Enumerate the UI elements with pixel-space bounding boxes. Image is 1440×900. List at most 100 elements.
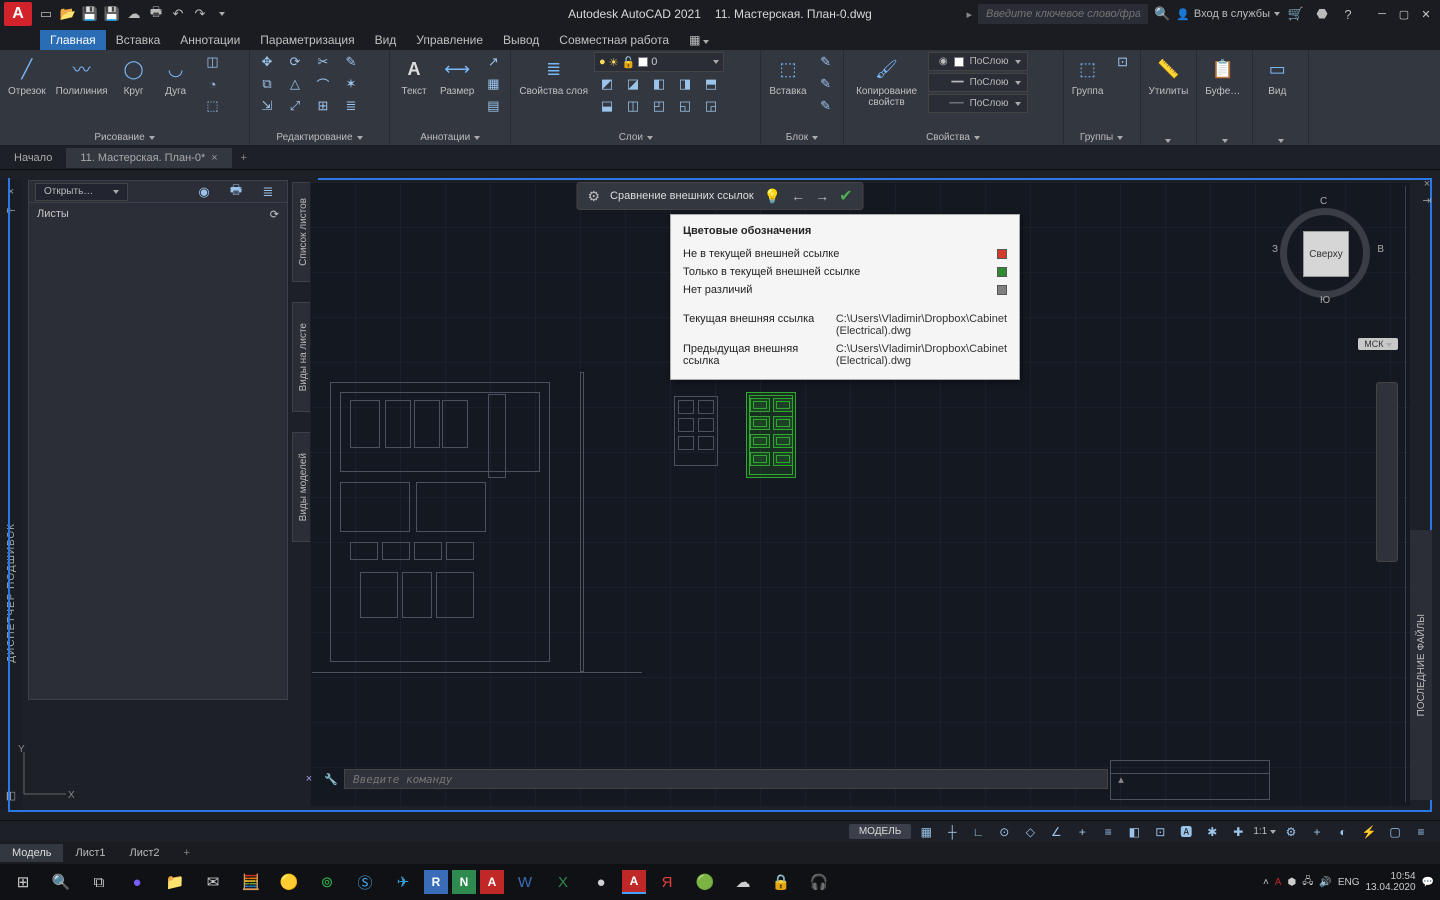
file-explorer-icon[interactable]: 📁 [158, 867, 192, 897]
line-button[interactable]: ╱Отрезок [4, 52, 50, 99]
close-tab-icon[interactable]: × [211, 152, 217, 164]
viewcube[interactable]: Сверху С Ю В З [1270, 198, 1380, 318]
offset-icon[interactable]: ≣ [338, 96, 364, 116]
ribbon-tab-output[interactable]: Вывод [493, 30, 549, 50]
selection-cycling-icon[interactable]: ⊡ [1149, 823, 1171, 841]
layer-tool-10-icon[interactable]: ◲ [698, 96, 724, 116]
insert-block-button[interactable]: ⬚Вставка [765, 52, 810, 99]
headset-icon[interactable]: 🎧 [802, 867, 836, 897]
network-tray-icon[interactable]: 🖧 [1302, 874, 1313, 891]
qat-redo-icon[interactable]: ↷ [190, 4, 210, 24]
navigation-bar[interactable] [1376, 382, 1398, 562]
utilities-button[interactable]: 📏Утилиты [1145, 52, 1193, 99]
viewcube-top-face[interactable]: Сверху [1303, 231, 1349, 277]
annotation-monitor-icon[interactable]: + [1306, 823, 1328, 841]
wcs-dropdown[interactable]: МСК [1358, 338, 1398, 350]
qat-new-icon[interactable]: ▭ [36, 4, 56, 24]
clipboard-button[interactable]: 📋Буфе… [1201, 52, 1244, 99]
customize-status-icon[interactable]: ≡ [1410, 823, 1432, 841]
circle-button[interactable]: ◯Круг [114, 52, 154, 99]
app-logo-icon[interactable]: A [4, 2, 32, 26]
ribbon-tab-collaborate[interactable]: Совместная работа [549, 30, 679, 50]
grid-icon[interactable]: ▦ [915, 823, 937, 841]
draw-small-1[interactable]: ◫ [200, 52, 226, 72]
ortho-icon[interactable]: ∟ [967, 823, 989, 841]
layer-tool-4-icon[interactable]: ◨ [672, 74, 698, 94]
dropbox-tray-icon[interactable]: ⬢ [1287, 877, 1296, 888]
ssm-sheets-header[interactable]: Листы ⟳ [29, 203, 287, 225]
onedrive-icon[interactable]: ☁ [726, 867, 760, 897]
taskbar-app-x-icon[interactable]: ● [584, 867, 618, 897]
ssm-tool-1-icon[interactable]: ◉ [191, 182, 217, 202]
match-properties-button[interactable]: 🖌Копирование свойств [848, 52, 926, 110]
qat-undo-icon[interactable]: ↶ [168, 4, 188, 24]
palette-pin-icon[interactable]: ⇤ [6, 204, 15, 217]
yandex-icon[interactable]: Я [650, 867, 684, 897]
qat-dropdown-icon[interactable] [212, 4, 232, 24]
refresh-icon[interactable]: ⟳ [270, 208, 279, 221]
copy-icon[interactable]: ⧉ [254, 74, 280, 94]
layout-tab-1[interactable]: Лист1 [63, 844, 117, 862]
start-button-icon[interactable]: ⊞ [6, 867, 40, 897]
explode-icon[interactable]: ✶ [338, 74, 364, 94]
move-icon[interactable]: ✥ [254, 52, 280, 72]
exchange-apps-icon[interactable]: 🛒 [1286, 4, 1306, 24]
layer-tool-3-icon[interactable]: ◧ [646, 74, 672, 94]
ribbon-tab-extra-icon[interactable]: ▦ [679, 30, 719, 50]
window-maximize-button[interactable]: ▢ [1394, 5, 1414, 23]
recent-files-panel[interactable]: ПОСЛЕДНИЕ ФАЙЛЫ [1410, 530, 1432, 800]
panel-label-block[interactable]: Блок [765, 130, 838, 145]
polar-icon[interactable]: ⊙ [993, 823, 1015, 841]
prev-diff-icon[interactable]: ← [791, 188, 805, 204]
mail-icon[interactable]: ✉ [196, 867, 230, 897]
qat-web-icon[interactable]: ☁ [124, 4, 144, 24]
block-small-3-icon[interactable]: ✎ [813, 96, 839, 116]
panel-label-annotation[interactable]: Аннотации [394, 130, 506, 145]
ssm-open-dropdown[interactable]: Открыть… [35, 183, 128, 201]
bulb-icon[interactable]: 💡 [764, 188, 781, 205]
layer-tool-5-icon[interactable]: ⬒ [698, 74, 724, 94]
dimension-button[interactable]: ⟷Размер [436, 52, 478, 99]
table-icon[interactable]: ▦ [480, 74, 506, 94]
panel-label-groups[interactable]: Группы [1068, 130, 1136, 145]
window-close-button[interactable]: ✕ [1416, 5, 1436, 23]
autocad-2021-icon[interactable]: A [622, 870, 646, 894]
mirror-icon[interactable]: △ [282, 74, 308, 94]
text-button[interactable]: AТекст [394, 52, 434, 99]
array-icon[interactable]: ⊞ [310, 96, 336, 116]
block-small-2-icon[interactable]: ✎ [813, 74, 839, 94]
group-button[interactable]: ⬚Группа [1068, 52, 1108, 99]
next-diff-icon[interactable]: → [815, 188, 829, 204]
right-panel-close-icon[interactable]: × [1424, 178, 1430, 190]
linetype-dropdown[interactable]: ──ПоСлою [928, 94, 1028, 113]
qat-save-icon[interactable]: 💾 [80, 4, 100, 24]
autodesk-tray-icon[interactable]: A [1275, 877, 1282, 888]
layer-tool-1-icon[interactable]: ◩ [594, 74, 620, 94]
current-scale[interactable]: 1:1 [1253, 826, 1276, 837]
ribbon-tab-view[interactable]: Вид [365, 30, 407, 50]
ssm-tool-3-icon[interactable]: ≣ [255, 182, 281, 202]
annotation-scale-icon[interactable]: 🅰 [1175, 823, 1197, 841]
gear-icon[interactable]: ⚙ [587, 188, 600, 205]
qat-open-icon[interactable]: 📂 [58, 4, 78, 24]
panel-label-layers[interactable]: Слои [515, 130, 756, 145]
stay-connected-icon[interactable]: ⬣ [1312, 4, 1332, 24]
layer-dropdown[interactable]: ● ☀ 🔓 0 [594, 52, 724, 72]
panel-label-properties[interactable]: Свойства [848, 130, 1059, 145]
infocenter-search-input[interactable] [978, 4, 1148, 24]
polyline-button[interactable]: 〰Полилиния [52, 52, 112, 99]
clock[interactable]: 10:54 13.04.2020 [1365, 871, 1415, 893]
skype-icon[interactable]: Ⓢ [348, 867, 382, 897]
layer-tool-8-icon[interactable]: ◰ [646, 96, 672, 116]
panel-label-draw[interactable]: Рисование [4, 130, 245, 145]
telegram-icon[interactable]: ✈ [386, 867, 420, 897]
add-layout-button[interactable]: + [172, 844, 202, 862]
ssm-tool-2-icon[interactable]: 🖶 [223, 182, 249, 202]
group-small-icon[interactable]: ⊡ [1110, 52, 1136, 72]
draw-small-2[interactable]: ◔ [200, 74, 226, 94]
panel-label-modify[interactable]: Редактирование [254, 130, 385, 145]
calc-icon[interactable]: 🧮 [234, 867, 268, 897]
layer-tool-7-icon[interactable]: ◫ [620, 96, 646, 116]
annotation-visibility-icon[interactable]: ✱ [1201, 823, 1223, 841]
window-minimize-button[interactable]: ─ [1372, 5, 1392, 23]
